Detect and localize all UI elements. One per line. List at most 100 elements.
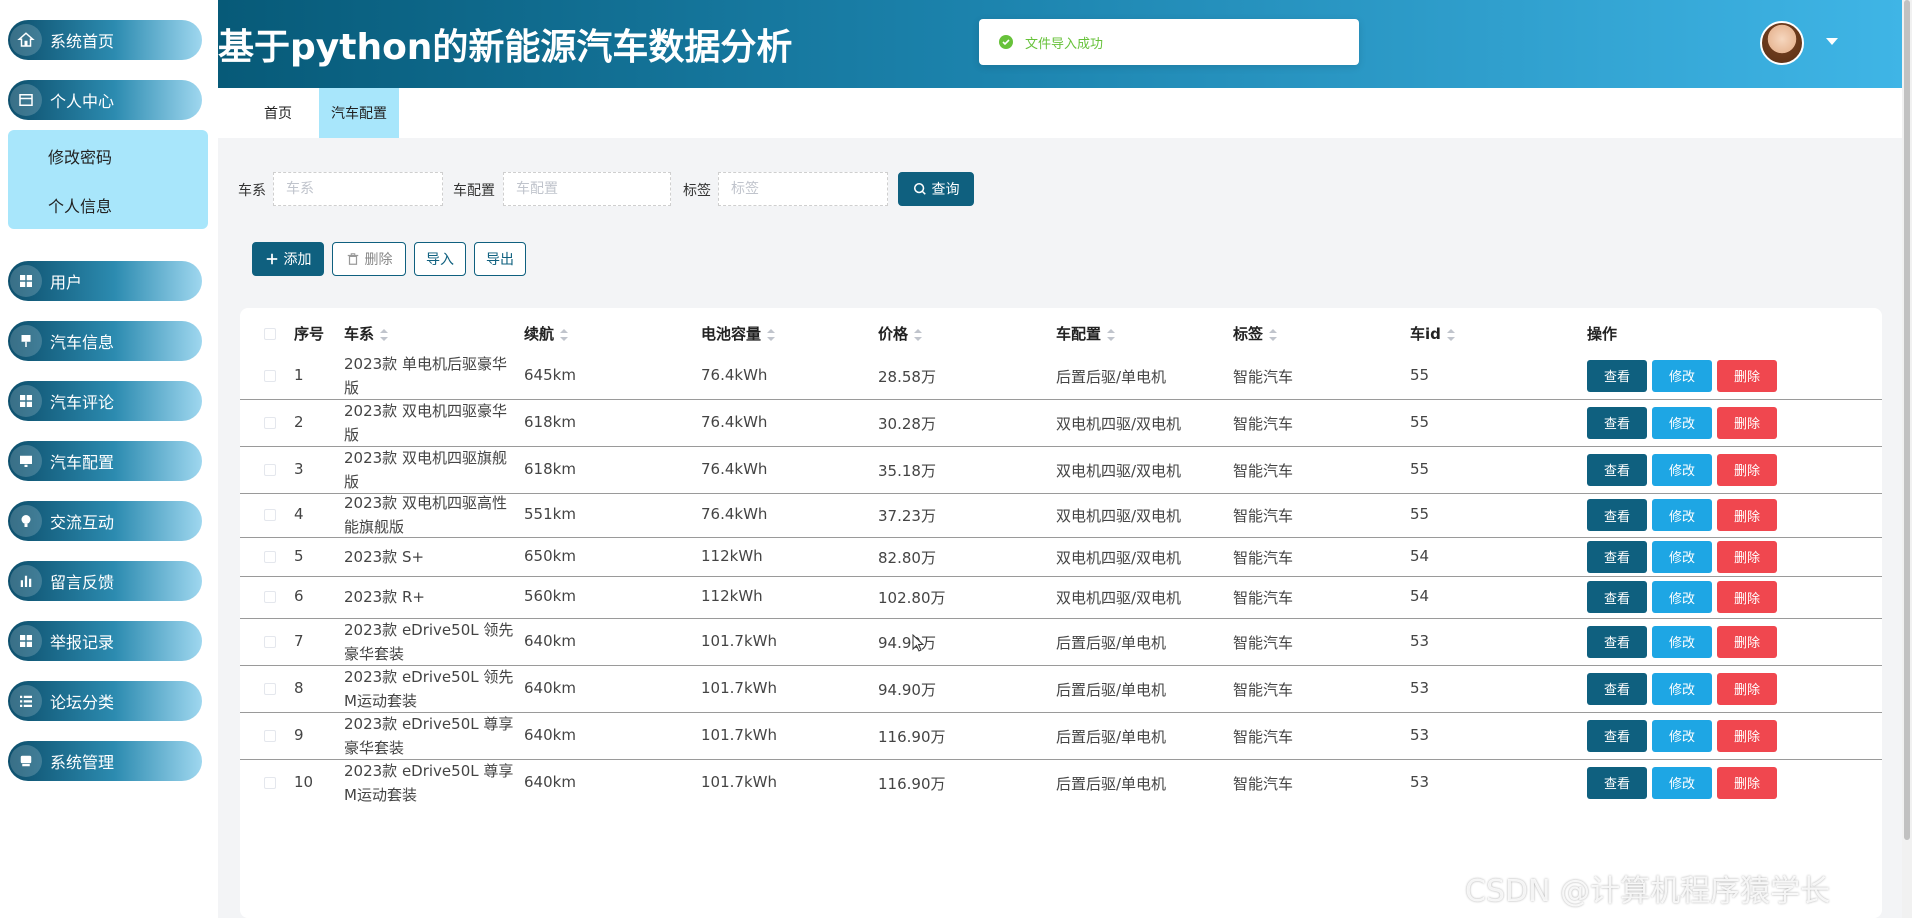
cell-no: 9 [294,725,304,744]
row-delete-button[interactable]: 删除 [1717,499,1777,531]
sidebar-item-label: 汽车评论 [50,393,115,412]
view-button[interactable]: 查看 [1587,453,1647,486]
series-search-input[interactable] [273,172,443,206]
sort-icon[interactable] [767,328,776,341]
row-checkbox[interactable] [264,776,276,789]
edit-button[interactable]: 修改 [1652,359,1712,392]
row-checkbox[interactable] [264,509,276,521]
page-scrollbar[interactable] [1902,0,1912,918]
column-header-range[interactable]: 续航 [524,323,569,344]
import-button[interactable]: 导入 [414,242,466,276]
row-checkbox[interactable] [264,463,276,476]
row-delete-button[interactable]: 删除 [1717,625,1777,658]
row-delete-button[interactable]: 删除 [1717,359,1777,392]
column-header-series[interactable]: 车系 [344,323,389,344]
column-header-battery[interactable]: 电池容量 [701,323,776,344]
row-delete-button[interactable]: 删除 [1717,581,1777,613]
submenu-item-change-password[interactable]: 修改密码 [48,144,112,168]
view-button[interactable]: 查看 [1587,766,1647,799]
cell-tag: 智能汽车 [1233,680,1294,699]
column-header-actions: 操作 [1587,325,1618,343]
edit-button[interactable]: 修改 [1652,540,1712,573]
cell-car-id: 55 [1410,459,1430,478]
row-delete-button[interactable]: 删除 [1717,453,1777,486]
row-delete-button[interactable]: 删除 [1717,719,1777,752]
tag-search-input[interactable] [718,172,888,206]
view-button[interactable]: 查看 [1587,581,1647,613]
sort-icon[interactable] [1446,328,1455,341]
column-header-config[interactable]: 车配置 [1056,323,1116,344]
view-button[interactable]: 查看 [1587,719,1647,752]
column-header-car-id[interactable]: 车id [1410,323,1455,344]
config-search-input[interactable] [503,172,671,206]
edit-button[interactable]: 修改 [1652,499,1712,531]
row-delete-button[interactable]: 删除 [1717,406,1777,439]
sort-icon[interactable] [1269,328,1278,341]
avatar[interactable] [1760,21,1804,65]
edit-button[interactable]: 修改 [1652,672,1712,705]
row-checkbox[interactable] [264,416,276,429]
cell-battery: 101.7kWh [701,772,777,791]
edit-button[interactable]: 修改 [1652,719,1712,752]
cell-config: 后置后驱/单电机 [1056,727,1167,746]
sidebar-item-car-info[interactable]: 汽车信息 [8,321,202,361]
sort-icon[interactable] [380,328,389,341]
row-checkbox[interactable] [264,591,276,603]
edit-button[interactable]: 修改 [1652,625,1712,658]
view-button[interactable]: 查看 [1587,499,1647,531]
edit-button[interactable]: 修改 [1652,453,1712,486]
add-button[interactable]: 添加 [252,242,324,276]
cell-car-id: 55 [1410,412,1430,431]
row-checkbox[interactable] [264,729,276,742]
delete-button[interactable]: 删除 [332,242,406,276]
row-checkbox[interactable] [264,682,276,695]
sidebar-item-interaction[interactable]: 交流互动 [8,501,202,541]
sidebar-item-car-comments[interactable]: 汽车评论 [8,381,202,421]
view-button[interactable]: 查看 [1587,406,1647,439]
scrollbar-thumb[interactable] [1904,0,1910,840]
row-delete-button[interactable]: 删除 [1717,540,1777,573]
cell-no: 7 [294,631,304,650]
sort-icon[interactable] [914,328,923,341]
mouse-cursor-icon [912,634,924,652]
page-title: 基于python的新能源汽车数据分析 [218,27,793,68]
tab-home[interactable]: 首页 [248,88,308,138]
sidebar-item-label: 汽车配置 [50,453,115,472]
sidebar-item-car-config[interactable]: 汽车配置 [8,441,202,481]
sidebar-item-reports[interactable]: 举报记录 [8,621,202,661]
edit-button[interactable]: 修改 [1652,766,1712,799]
cell-series: 2023款 eDrive50L 尊享M运动套装 [344,761,514,804]
cell-battery: 112kWh [701,587,763,605]
row-delete-button[interactable]: 删除 [1717,672,1777,705]
grid-icon [10,625,42,657]
query-button[interactable]: 查询 [898,172,974,206]
sidebar-item-home[interactable]: 系统首页 [8,20,202,60]
view-button[interactable]: 查看 [1587,540,1647,573]
row-checkbox[interactable] [264,369,276,382]
sidebar-item-forum-category[interactable]: 论坛分类 [8,681,202,721]
export-button[interactable]: 导出 [474,242,526,276]
view-button[interactable]: 查看 [1587,625,1647,658]
column-header-price[interactable]: 价格 [878,323,923,344]
sidebar-item-users[interactable]: 用户 [8,261,202,301]
cell-no: 1 [294,365,304,384]
edit-button[interactable]: 修改 [1652,406,1712,439]
row-checkbox[interactable] [264,635,276,648]
row-delete-button[interactable]: 删除 [1717,766,1777,799]
chevron-down-icon[interactable] [1826,38,1838,45]
cell-config: 双电机四驱/双电机 [1056,548,1182,567]
row-checkbox[interactable] [264,550,276,563]
sort-icon[interactable] [1107,328,1116,341]
sidebar-item-feedback[interactable]: 留言反馈 [8,561,202,601]
sidebar-item-system-management[interactable]: 系统管理 [8,741,202,781]
tab-car-config[interactable]: 汽车配置 [319,88,399,138]
sort-icon[interactable] [560,328,569,341]
edit-button[interactable]: 修改 [1652,581,1712,613]
select-all-checkbox[interactable] [264,328,276,340]
sidebar-item-personal-center[interactable]: 个人中心 [8,80,202,120]
view-button[interactable]: 查看 [1587,672,1647,705]
column-header-tag[interactable]: 标签 [1233,323,1278,344]
sidebar-item-label: 举报记录 [50,633,115,652]
view-button[interactable]: 查看 [1587,359,1647,392]
submenu-item-personal-info[interactable]: 个人信息 [48,193,112,217]
